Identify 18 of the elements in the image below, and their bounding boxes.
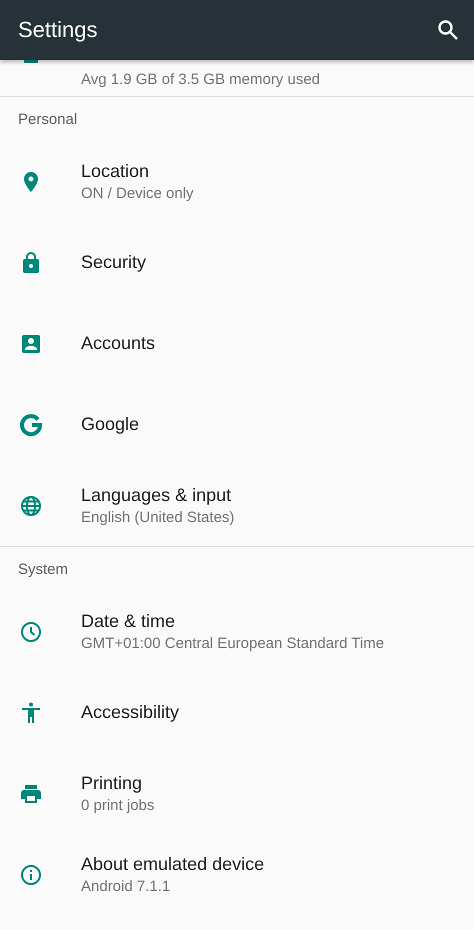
setting-title[interactable]: Date & time bbox=[81, 611, 384, 632]
setting-title[interactable]: Languages & input bbox=[81, 485, 234, 506]
setting-title[interactable]: Security bbox=[81, 252, 146, 273]
setting-title[interactable]: Printing bbox=[81, 773, 154, 794]
setting-title[interactable]: Accessibility bbox=[81, 702, 180, 723]
app-title: Settings bbox=[18, 17, 98, 43]
setting-summary: English (United States) bbox=[81, 509, 234, 526]
setting-summary: GMT+01:00 Central European Standard Time bbox=[81, 635, 384, 652]
setting-summary: ON / Device only bbox=[81, 185, 194, 202]
setting-title[interactable]: About emulated device bbox=[81, 854, 264, 875]
setting-summary: 0 print jobs bbox=[81, 797, 154, 814]
section-header: System bbox=[17, 560, 70, 580]
setting-summary: Avg 1.9 GB of 3.5 GB memory used bbox=[81, 71, 320, 88]
setting-title[interactable]: Location bbox=[81, 161, 194, 182]
setting-title[interactable]: Accounts bbox=[81, 333, 156, 354]
setting-summary: Android 7.1.1 bbox=[81, 878, 172, 895]
section-header: Personal bbox=[17, 110, 78, 130]
setting-title[interactable]: Google bbox=[81, 414, 140, 435]
